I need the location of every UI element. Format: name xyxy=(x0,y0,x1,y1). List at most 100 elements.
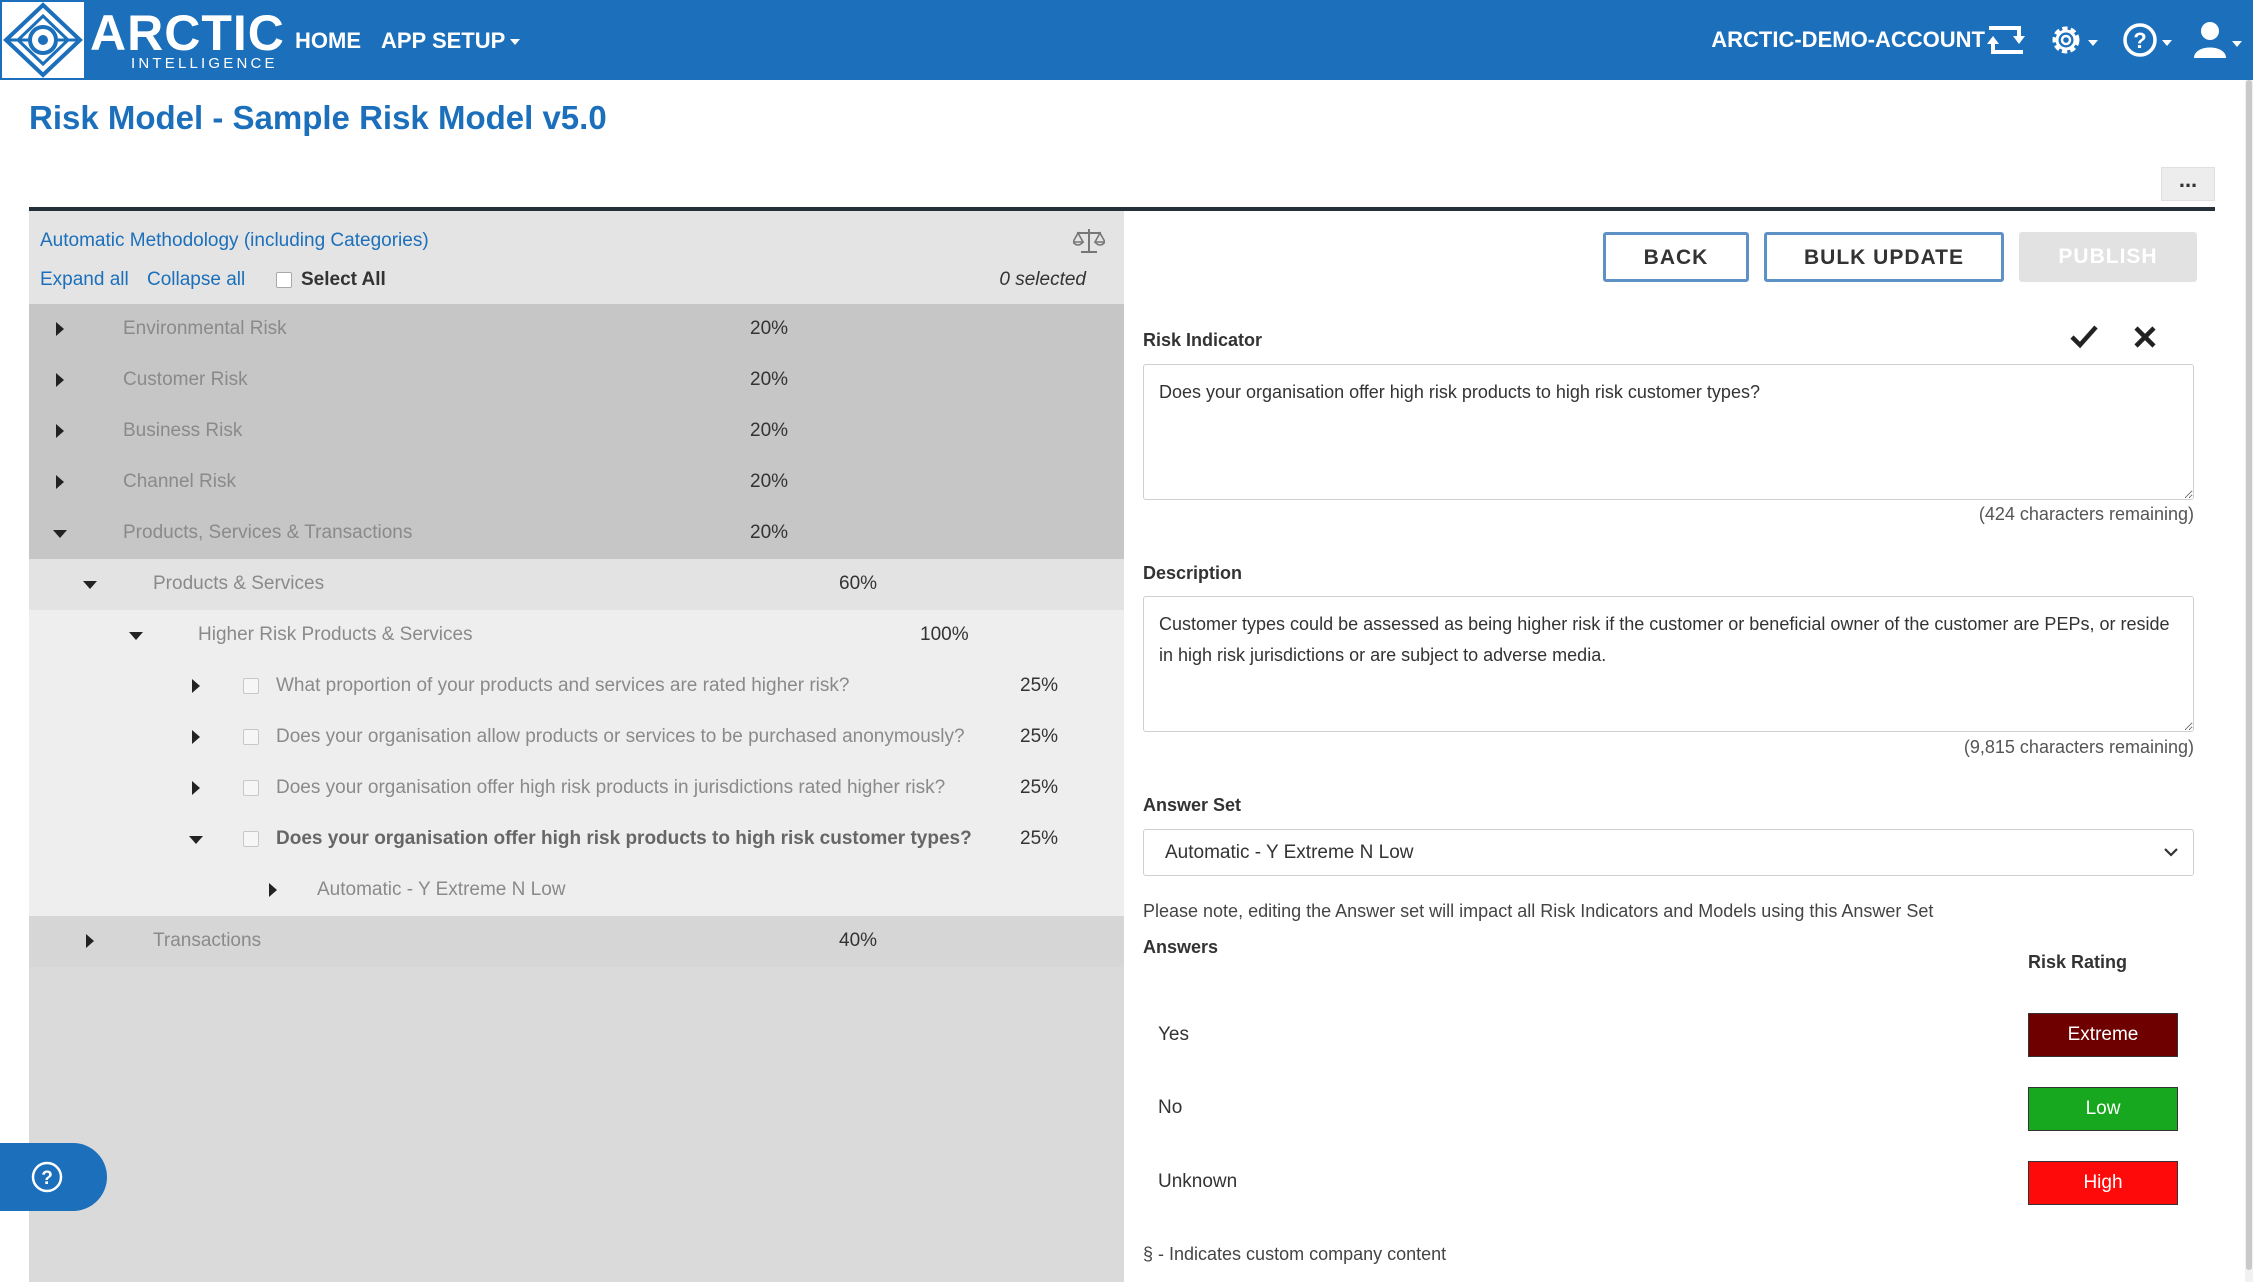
tree-row-indicator[interactable]: Does your organisation allow products or… xyxy=(29,712,1124,763)
tree-row-percent: 25% xyxy=(1020,726,1059,747)
help-chat-button[interactable]: ? xyxy=(0,1143,107,1211)
tree-row-percent: 25% xyxy=(1020,777,1059,798)
gear-icon[interactable] xyxy=(2048,18,2100,62)
tree-row-percent: 100% xyxy=(920,624,969,645)
brand-name: ARCTIC xyxy=(90,5,285,61)
indicator-checkbox[interactable] xyxy=(243,780,259,796)
description-label: Description xyxy=(1143,563,1243,583)
brand-subtitle: INTELLIGENCE xyxy=(131,55,278,72)
indicator-checkbox[interactable] xyxy=(243,729,259,745)
tree-row-products-services-transactions[interactable]: Products, Services & Transactions 20% xyxy=(29,508,1124,559)
answer-set-select[interactable]: Automatic - Y Extreme N Low xyxy=(1143,829,2194,876)
balance-scale-icon[interactable] xyxy=(1071,227,1107,260)
tree-row-indicator[interactable]: Does your organisation offer high risk p… xyxy=(29,763,1124,814)
collapse-arrow-icon[interactable] xyxy=(189,836,203,844)
description-remaining: (9,815 characters remaining) xyxy=(1963,737,2194,757)
expand-arrow-icon[interactable] xyxy=(56,424,64,438)
tree-row-indicator-selected[interactable]: Does your organisation offer high risk p… xyxy=(29,814,1124,865)
tree-row-indicator[interactable]: What proportion of your products and ser… xyxy=(29,661,1124,712)
bulk-update-button[interactable]: BULK UPDATE xyxy=(1764,232,2004,282)
page-title: Risk Model - Sample Risk Model v5.0 xyxy=(29,99,607,136)
answer-set-label: Answer Set xyxy=(1143,795,1242,815)
tree-row-label: Channel Risk xyxy=(123,471,236,492)
expand-arrow-icon[interactable] xyxy=(56,475,64,489)
tree-row-higher-risk-products[interactable]: Higher Risk Products & Services 100% xyxy=(29,610,1124,661)
tree-row-label: Environmental Risk xyxy=(123,318,287,339)
nav-app-setup[interactable]: APP SETUP xyxy=(381,28,521,54)
expand-arrow-icon[interactable] xyxy=(192,730,200,744)
top-navbar: ARCTIC INTELLIGENCE HOME APP SETUP ARCTI… xyxy=(0,0,2253,80)
risk-indicator-textarea[interactable]: Does your organisation offer high risk p… xyxy=(1143,364,2194,500)
tree-row-percent: 20% xyxy=(750,420,789,441)
tree-row-label: Products, Services & Transactions xyxy=(123,522,413,543)
answers-header: Answers xyxy=(1143,937,1219,957)
cancel-close-icon[interactable] xyxy=(2132,322,2158,355)
tree-row-business-risk[interactable]: Business Risk 20% xyxy=(29,406,1124,457)
risk-indicator-label: Risk Indicator xyxy=(1143,330,1263,350)
tree-row-answer-set[interactable]: Automatic - Y Extreme N Low xyxy=(29,865,1124,916)
tree-row-label: Higher Risk Products & Services xyxy=(198,624,473,645)
answer-yes: Yes xyxy=(1158,1024,1189,1045)
tree-row-transactions[interactable]: Transactions 40% xyxy=(29,916,1124,967)
tree-row-percent: 25% xyxy=(1020,828,1059,849)
expand-arrow-icon[interactable] xyxy=(56,322,64,336)
tree-row-customer-risk[interactable]: Customer Risk 20% xyxy=(29,355,1124,406)
rating-extreme-badge[interactable]: Extreme xyxy=(2028,1013,2178,1057)
tree-row-label: Does your organisation offer high risk p… xyxy=(276,828,972,849)
custom-content-footnote: § - Indicates custom company content xyxy=(1143,1244,1447,1264)
answer-unknown: Unknown xyxy=(1158,1171,1238,1192)
answer-no: No xyxy=(1158,1097,1183,1118)
caret-down-icon xyxy=(510,39,521,46)
collapse-all-link[interactable]: Collapse all xyxy=(147,269,245,291)
more-options-button[interactable]: ... xyxy=(2161,167,2215,201)
collapse-arrow-icon[interactable] xyxy=(83,581,97,589)
back-button[interactable]: BACK xyxy=(1603,232,1749,282)
expand-arrow-icon[interactable] xyxy=(269,883,277,897)
switch-account-icon[interactable] xyxy=(1983,18,2029,62)
tree-row-label: What proportion of your products and ser… xyxy=(276,675,850,696)
collapse-arrow-icon[interactable] xyxy=(129,632,143,640)
methodology-link[interactable]: Automatic Methodology (including Categor… xyxy=(40,230,429,252)
indicator-checkbox[interactable] xyxy=(243,831,259,847)
tree-row-percent: 20% xyxy=(750,318,789,339)
tree-header: Automatic Methodology (including Categor… xyxy=(29,211,1124,304)
tree-row-percent: 25% xyxy=(1020,675,1059,696)
arctic-logo-icon[interactable] xyxy=(2,2,84,78)
chevron-down-icon xyxy=(2163,845,2179,863)
account-name[interactable]: ARCTIC-DEMO-ACCOUNT xyxy=(1711,27,1985,53)
scrollbar-thumb[interactable] xyxy=(2246,80,2252,1270)
tree-row-percent: 20% xyxy=(750,471,789,492)
tree-row-environmental-risk[interactable]: Environmental Risk 20% xyxy=(29,304,1124,355)
description-textarea[interactable]: Customer types could be assessed as bein… xyxy=(1143,596,2194,732)
collapse-arrow-icon[interactable] xyxy=(53,530,67,538)
expand-arrow-icon[interactable] xyxy=(192,781,200,795)
answer-set-selected-value: Automatic - Y Extreme N Low xyxy=(1165,842,1414,863)
user-icon[interactable] xyxy=(2192,18,2244,62)
tree-row-label: Does your organisation allow products or… xyxy=(276,726,965,747)
tree-row-products-services[interactable]: Products & Services 60% xyxy=(29,559,1124,610)
expand-arrow-icon[interactable] xyxy=(56,373,64,387)
risk-indicator-remaining: (424 characters remaining) xyxy=(1978,504,2194,524)
tree-row-channel-risk[interactable]: Channel Risk 20% xyxy=(29,457,1124,508)
expand-arrow-icon[interactable] xyxy=(86,934,94,948)
select-all-label: Select All xyxy=(301,269,386,290)
expand-arrow-icon[interactable] xyxy=(192,679,200,693)
tree-row-label: Customer Risk xyxy=(123,369,248,390)
tree-row-label: Products & Services xyxy=(153,573,325,594)
nav-home[interactable]: HOME xyxy=(295,28,361,54)
page-scrollbar[interactable] xyxy=(2245,80,2253,1282)
select-all-checkbox[interactable] xyxy=(276,272,292,288)
risk-rating-header: Risk Rating xyxy=(2028,952,2128,972)
indicator-checkbox[interactable] xyxy=(243,678,259,694)
rating-low-badge[interactable]: Low xyxy=(2028,1087,2178,1131)
help-icon[interactable]: ? xyxy=(2122,18,2176,62)
confirm-check-icon[interactable] xyxy=(2069,322,2099,355)
answer-set-note: Please note, editing the Answer set will… xyxy=(1143,901,1934,921)
tree-row-percent: 40% xyxy=(839,930,878,951)
rating-high-badge[interactable]: High xyxy=(2028,1161,2178,1205)
svg-text:?: ? xyxy=(41,1168,53,1189)
expand-all-link[interactable]: Expand all xyxy=(40,269,129,291)
publish-button[interactable]: PUBLISH xyxy=(2019,232,2197,282)
risk-model-tree-panel: Automatic Methodology (including Categor… xyxy=(29,211,1124,1282)
tree-row-percent: 20% xyxy=(750,522,789,543)
